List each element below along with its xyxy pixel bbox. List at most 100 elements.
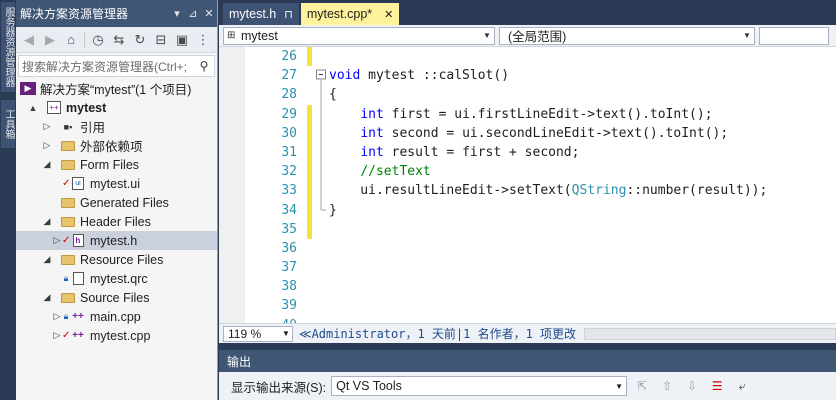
chevron-down-icon: ▼ bbox=[743, 31, 751, 40]
member-dropdown[interactable] bbox=[759, 26, 829, 45]
solution-icon: ▶ bbox=[20, 82, 36, 96]
go-to-message-icon[interactable]: ⇱ bbox=[632, 377, 652, 395]
codelens-authors[interactable]: ≪Administrator，1 天前|1 名作者，1 项更改 bbox=[299, 325, 576, 342]
expander-icon[interactable]: ▲ bbox=[28, 103, 38, 113]
zoom-dropdown[interactable]: 119 % ▼ bbox=[223, 325, 293, 342]
collapse-all-icon[interactable]: ⊟ bbox=[152, 31, 170, 49]
code-line[interactable]: int first = ui.firstLineEdit->text().toI… bbox=[329, 105, 836, 124]
zoom-level: 119 % bbox=[228, 326, 262, 341]
tree-item-mytest-ui[interactable]: ✓ ui mytest.ui bbox=[16, 174, 217, 193]
expander-icon[interactable]: ◢ bbox=[42, 254, 52, 265]
word-wrap-icon[interactable]: ⤶ bbox=[732, 377, 752, 395]
output-source-label: 显示输出来源(S): bbox=[231, 380, 327, 395]
tree-item-label: Source Files bbox=[80, 290, 150, 305]
refresh-icon[interactable]: ↻ bbox=[131, 31, 149, 49]
expander-icon[interactable]: ▷ bbox=[52, 235, 62, 246]
expander-icon[interactable]: ◢ bbox=[42, 292, 52, 303]
expander-icon[interactable]: ▷ bbox=[42, 140, 52, 151]
code-line[interactable]: { bbox=[329, 85, 836, 104]
expander-icon[interactable]: ▷ bbox=[42, 121, 52, 132]
tree-item-mytest-qrc[interactable]: 🔒︎ mytest.qrc bbox=[16, 269, 217, 288]
auto-hide-pin-icon[interactable]: ⊿ bbox=[185, 7, 201, 20]
line-number: 27 bbox=[281, 68, 297, 84]
search-icon[interactable]: ⚲ bbox=[194, 59, 214, 73]
folder-icon bbox=[60, 215, 76, 229]
pin-icon[interactable]: ⊓ bbox=[284, 8, 293, 21]
close-panel-icon[interactable]: ✕ bbox=[201, 7, 217, 20]
indicator-margin[interactable] bbox=[219, 47, 245, 323]
more-options-icon[interactable]: ⋮ bbox=[194, 31, 212, 49]
line-number: 28 bbox=[281, 87, 297, 103]
code-line[interactable]: //setText bbox=[329, 162, 836, 181]
lock-icon: 🔒︎ bbox=[63, 311, 69, 321]
expander-icon[interactable]: ▷ bbox=[52, 311, 62, 322]
next-message-icon[interactable]: ⇩ bbox=[682, 377, 702, 395]
tree-item-form-files[interactable]: ◢ Form Files bbox=[16, 155, 217, 174]
code-line[interactable]: int second = ui.secondLineEdit->text().t… bbox=[329, 124, 836, 143]
expander-icon[interactable]: ▷ bbox=[52, 330, 62, 341]
tree-item-label: Generated Files bbox=[80, 195, 169, 210]
show-all-files-icon[interactable]: ▣ bbox=[173, 31, 191, 49]
back-icon[interactable]: ◀ bbox=[20, 31, 38, 49]
code-editor[interactable]: 26 27 28 29 30 31 32 33 34 35 36 37 38 39 40 void myte… bbox=[219, 47, 836, 323]
code-line[interactable]: void mytest ::calSlot() bbox=[329, 66, 836, 85]
folder-icon bbox=[60, 253, 76, 267]
expander-icon[interactable]: ◢ bbox=[42, 159, 52, 170]
code-line[interactable]: } bbox=[329, 201, 836, 220]
navigation-bar: ⊞ mytest ▼ (全局范围) ▼ bbox=[219, 25, 836, 47]
code-line[interactable]: int result = first + second; bbox=[329, 143, 836, 162]
tree-item-mytest-cpp[interactable]: ▷ ✓ ++ mytest.cpp bbox=[16, 326, 217, 345]
previous-message-icon[interactable]: ⇧ bbox=[657, 377, 677, 395]
code-line[interactable] bbox=[329, 316, 836, 323]
ui-file-icon: ui bbox=[70, 177, 86, 191]
project-dropdown[interactable]: ⊞ mytest ▼ bbox=[223, 26, 495, 45]
code-line[interactable] bbox=[329, 47, 836, 66]
tree-item-generated-files[interactable]: Generated Files bbox=[16, 193, 217, 212]
output-source-dropdown[interactable]: Qt VS Tools ▼ bbox=[331, 376, 628, 396]
server-explorer-tab[interactable]: 服务器资源管理器 bbox=[1, 2, 15, 92]
solution-search-input[interactable]: 搜索解决方案资源管理器(Ctrl+; bbox=[22, 58, 194, 75]
solution-explorer-panel: 解决方案资源管理器 ▾ ⊿ ✕ ◀ ▶ ⌂ ◷ ⇆ ↻ ⊟ ▣ ⋮ 搜索解决方案… bbox=[16, 0, 218, 400]
expander-icon[interactable]: ◢ bbox=[42, 216, 52, 227]
scope-dropdown[interactable]: (全局范围) ▼ bbox=[499, 26, 755, 45]
line-number: 31 bbox=[281, 144, 297, 160]
tree-item-mytest-h[interactable]: ▷ ✓ h mytest.h bbox=[16, 231, 217, 250]
tree-item-solution[interactable]: ▶ 解决方案“mytest”(1 个项目) bbox=[16, 79, 217, 98]
project-icon: ++ bbox=[46, 101, 62, 115]
outlining-margin[interactable] bbox=[315, 47, 327, 323]
pending-changes-filter-icon[interactable]: ◷ bbox=[89, 31, 107, 49]
code-line[interactable] bbox=[329, 296, 836, 315]
tree-item-references[interactable]: ▷ ■▪ 引用 bbox=[16, 117, 217, 136]
tree-item-header-files[interactable]: ◢ Header Files bbox=[16, 212, 217, 231]
solution-search-box[interactable]: 搜索解决方案资源管理器(Ctrl+; ⚲ bbox=[18, 55, 215, 77]
tree-item-project[interactable]: ▲ ++ mytest bbox=[16, 98, 217, 117]
home-icon[interactable]: ⌂ bbox=[62, 31, 80, 49]
code-line[interactable] bbox=[329, 277, 836, 296]
horizontal-scrollbar[interactable] bbox=[584, 327, 836, 340]
code-line[interactable] bbox=[329, 258, 836, 277]
tree-item-label: mytest.cpp bbox=[90, 328, 151, 343]
project-dropdown-value: mytest bbox=[241, 28, 278, 43]
chevron-down-icon: ▼ bbox=[282, 329, 290, 338]
line-number: 33 bbox=[281, 183, 297, 199]
window-position-dropdown-icon[interactable]: ▾ bbox=[169, 7, 185, 20]
close-tab-icon[interactable]: ✕ bbox=[384, 8, 393, 21]
tab-label: mytest.cpp* bbox=[306, 7, 373, 21]
toolbox-tab[interactable]: 工具箱 bbox=[1, 100, 15, 148]
chevron-down-icon: ▼ bbox=[483, 31, 491, 40]
code-line[interactable]: ui.resultLineEdit->setText(QString::numb… bbox=[329, 181, 836, 200]
tree-item-resource-files[interactable]: ◢ Resource Files bbox=[16, 250, 217, 269]
forward-icon[interactable]: ▶ bbox=[41, 31, 59, 49]
output-source-value: Qt VS Tools bbox=[336, 379, 402, 393]
tree-item-source-files[interactable]: ◢ Source Files bbox=[16, 288, 217, 307]
tree-item-main-cpp[interactable]: ▷ 🔒︎ ++ main.cpp bbox=[16, 307, 217, 326]
code-line[interactable] bbox=[329, 220, 836, 239]
tree-item-external-deps[interactable]: ▷ 外部依赖项 bbox=[16, 136, 217, 155]
tab-label: mytest.h bbox=[229, 7, 277, 21]
clear-all-icon[interactable]: ☰ bbox=[707, 377, 727, 395]
code-line[interactable] bbox=[329, 239, 836, 258]
sync-active-document-icon[interactable]: ⇆ bbox=[110, 31, 128, 49]
line-numbers: 26 27 28 29 30 31 32 33 34 35 36 37 38 39 40 bbox=[245, 47, 305, 323]
tab-mytest-cpp[interactable]: mytest.cpp* ✕ bbox=[300, 3, 400, 25]
tab-mytest-h[interactable]: mytest.h ⊓ bbox=[223, 3, 299, 25]
